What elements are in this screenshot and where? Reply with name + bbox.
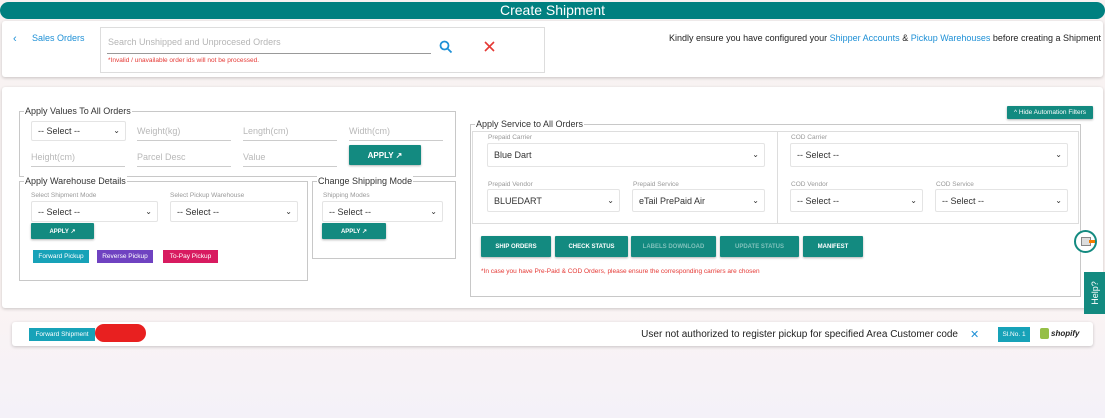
- pickup-warehouse-label: Select Pickup Warehouse: [170, 192, 245, 199]
- value-input[interactable]: Value: [243, 152, 337, 167]
- shipment-box-icon[interactable]: [1074, 230, 1097, 253]
- ship-orders-button[interactable]: SHIP ORDERS: [481, 236, 551, 257]
- prepaid-service-label: Prepaid Service: [633, 181, 679, 188]
- sales-orders-link[interactable]: Sales Orders: [32, 33, 85, 43]
- prepaid-vendor-label: Prepaid Vendor: [488, 181, 533, 188]
- forward-pickup-button[interactable]: Forward Pickup: [33, 250, 89, 263]
- search-underline: [107, 53, 431, 54]
- shipper-accounts-link[interactable]: Shipper Accounts: [830, 33, 900, 43]
- carrier-note: *In case you have Pre-Paid & COD Orders,…: [481, 268, 760, 275]
- cod-vendor-select[interactable]: -- Select -- ⌄: [790, 189, 923, 212]
- prepaid-carrier-label: Prepaid Carrier: [488, 134, 533, 141]
- cod-service-label: COD Service: [936, 181, 974, 188]
- check-status-button[interactable]: CHECK STATUS: [555, 236, 628, 257]
- search-input[interactable]: Search Unshipped and Unprocesed Orders: [108, 37, 430, 47]
- prepaid-carrier-select[interactable]: Blue Dart ⌄: [487, 143, 765, 167]
- redacted-mark: [95, 324, 146, 342]
- help-tab[interactable]: Help?: [1084, 272, 1105, 314]
- service-divider: [777, 131, 778, 224]
- parcel-desc-input[interactable]: Parcel Desc: [137, 152, 231, 167]
- shipping-modes-select[interactable]: -- Select -- ⌄: [322, 201, 443, 222]
- update-status-button[interactable]: UPDATE STATUS: [720, 236, 799, 257]
- width-input[interactable]: Width(cm): [349, 126, 443, 141]
- clear-icon[interactable]: [484, 41, 495, 52]
- apply-values-button[interactable]: APPLY ↗: [349, 145, 421, 165]
- shopify-logo: shopify: [1040, 328, 1079, 339]
- prepaid-vendor-select[interactable]: BLUEDART ⌄: [487, 189, 620, 212]
- pickup-warehouses-link[interactable]: Pickup Warehouses: [911, 33, 991, 43]
- dismiss-icon[interactable]: ✕: [970, 328, 979, 341]
- cod-carrier-label: COD Carrier: [791, 134, 828, 141]
- apply-warehouse-button[interactable]: APPLY ↗: [31, 223, 94, 239]
- page-title: Create Shipment: [0, 2, 1105, 19]
- weight-input[interactable]: Weight(kg): [137, 126, 231, 141]
- hide-automation-filters-button[interactable]: ^ Hide Automation Filters: [1007, 106, 1093, 119]
- search-icon[interactable]: [439, 40, 453, 54]
- cod-carrier-select[interactable]: -- Select -- ⌄: [790, 143, 1068, 167]
- apply-shipping-mode-button[interactable]: APPLY ↗: [322, 223, 386, 239]
- topay-pickup-button[interactable]: To-Pay Pickup: [163, 250, 218, 263]
- height-input[interactable]: Height(cm): [31, 152, 125, 167]
- length-input[interactable]: Length(cm): [243, 126, 337, 141]
- forward-shipment-badge: Forward Shipment: [29, 328, 95, 341]
- cod-vendor-label: COD Vendor: [791, 181, 828, 188]
- cod-service-select[interactable]: -- Select -- ⌄: [935, 189, 1068, 212]
- search-note: *Invalid / unavailable order ids will no…: [108, 57, 260, 64]
- shopify-bag-icon: [1040, 328, 1049, 339]
- manifest-button[interactable]: MANIFEST: [803, 236, 863, 257]
- apply-values-select[interactable]: -- Select -- ⌄: [31, 121, 126, 141]
- config-info: Kindly ensure you have configured your S…: [669, 33, 1101, 43]
- shipment-mode-label: Select Shipment Mode: [31, 192, 97, 199]
- shipping-modes-label: Shipping Modes: [323, 192, 370, 199]
- order-error-message: User not authorized to register pickup f…: [641, 329, 958, 340]
- shipment-mode-select[interactable]: -- Select -- ⌄: [31, 201, 158, 222]
- reverse-pickup-button[interactable]: Reverse Pickup: [97, 250, 153, 263]
- pickup-warehouse-select[interactable]: -- Select -- ⌄: [170, 201, 298, 222]
- labels-download-button[interactable]: LABELS DOWNLOAD: [631, 236, 716, 257]
- search-box: [100, 27, 545, 73]
- back-chevron-icon[interactable]: ‹: [13, 33, 17, 45]
- serial-number-badge: Sl.No. 1: [998, 327, 1030, 342]
- prepaid-service-select[interactable]: eTail PrePaid Air ⌄: [632, 189, 765, 212]
